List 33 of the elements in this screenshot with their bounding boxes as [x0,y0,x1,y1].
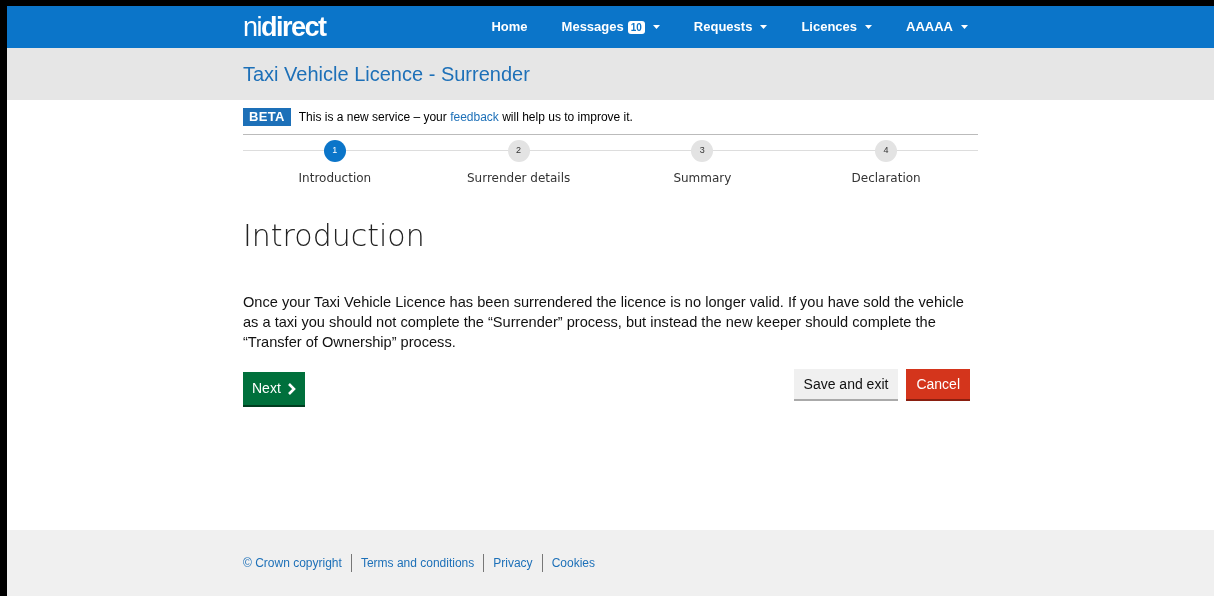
step-number: 4 [875,140,898,162]
nav-link[interactable]: Home [491,17,528,37]
beta-notice: This is a new service – your feedback will help us to improve it. [298,109,633,126]
next-button[interactable]: Next [243,372,305,405]
step-label: Surrender details [466,170,571,187]
nav-link[interactable]: AAAAA [906,17,968,37]
nav-link[interactable]: Requests [693,17,768,37]
step-label: Summary [673,170,732,187]
footer-link[interactable]: Privacy [483,554,542,572]
cancel-button[interactable]: Cancel [906,369,970,399]
step-number: 2 [507,140,530,162]
nav-link[interactable]: Messages 10 [561,17,660,37]
page-title: Taxi Vehicle Licence - Surrender [243,62,531,87]
caret-icon [865,25,873,29]
message-count: 10 [627,20,645,34]
footer-link[interactable]: © Crown copyright [243,554,351,572]
step-number: 1 [323,140,346,162]
intro-paragraph: Once your Taxi Vehicle Licence has been surrendered the licence is no longer valid. If you have sold the vehicle as a taxi you should not complete the “Surrender” process, but instead the new keeper should complete the “Transfer of Ownership” process. [243,293,965,352]
caret-icon [652,25,660,29]
section-heading: Introduction [243,217,426,255]
nav-link[interactable]: Licences [801,17,873,37]
chevron-right-icon [286,382,296,395]
step-number: 3 [691,140,714,162]
save-and-exit-button[interactable]: Save and exit [793,369,899,399]
caret-icon [961,25,968,29]
beta-tag: BETA [243,108,291,126]
logo[interactable]: nidirect [243,13,326,41]
footer-link[interactable]: Terms and conditions [350,554,484,572]
step-label: Introduction [298,170,372,187]
step-label: Declaration [851,170,921,187]
feedback-link[interactable]: feedback [450,110,499,124]
caret-icon [760,25,768,29]
footer-link[interactable]: Cookies [541,554,604,572]
